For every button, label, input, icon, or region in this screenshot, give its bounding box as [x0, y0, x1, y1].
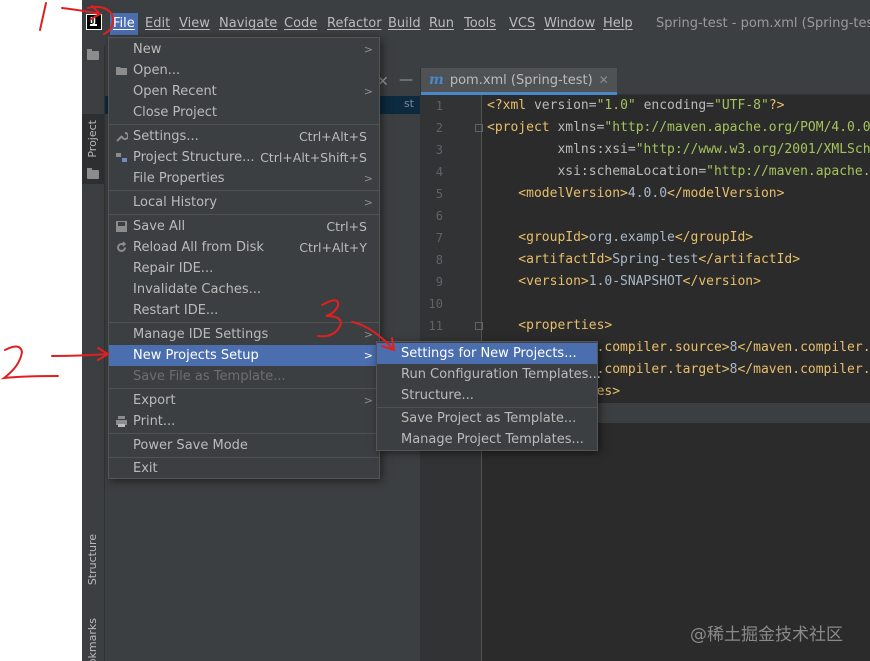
chevron-right-icon: > [363, 394, 373, 407]
code-line: <modelVersion>4.0.0</modelVersion> [487, 186, 785, 201]
line-number: 10 [428, 297, 443, 311]
chevron-right-icon: > [363, 172, 373, 185]
menu-navigate[interactable]: Navigate [216, 13, 280, 35]
save-icon [116, 221, 127, 232]
chevron-right-icon: > [363, 196, 373, 209]
submenu-item-settings-new-projects[interactable]: Settings for New Projects... [377, 343, 597, 364]
tab-pom-xml[interactable]: m pom.xml (Spring-test) ✕ [421, 68, 617, 95]
watermark: @稀土掘金技术社区 [690, 625, 843, 645]
maven-file-icon: m [429, 72, 444, 88]
line-number: 2 [435, 121, 443, 135]
fold-marker-icon[interactable] [475, 322, 483, 330]
chevron-right-icon: > [363, 85, 373, 98]
window-title: Spring-test - pom.xml (Spring-test) [656, 16, 870, 31]
annotation-digit-2 [0, 345, 59, 380]
code-line: xsi:schemaLocation="http://maven.apache.… [487, 164, 870, 179]
menu-item-save-all[interactable]: Save All Ctrl+S [109, 216, 379, 237]
code-line: <groupId>org.example</groupId> [487, 230, 754, 245]
menu-separator [109, 124, 379, 125]
submenu-item-save-project-template[interactable]: Save Project as Template... [377, 408, 597, 429]
menu-item-invalidate-caches[interactable]: Invalidate Caches... [109, 279, 379, 300]
file-menu-dropdown: New > Open... Open Recent > Close Project … [108, 37, 380, 479]
menu-view[interactable]: View [176, 13, 213, 35]
submenu-item-run-config-templates[interactable]: Run Configuration Templates... [377, 364, 601, 385]
submenu-item-manage-project-templates[interactable]: Manage Project Templates... [377, 429, 597, 450]
line-number: 8 [435, 253, 443, 267]
chevron-right-icon: > [363, 328, 373, 341]
minimize-icon[interactable]: — [399, 72, 413, 88]
menu-separator [109, 388, 379, 389]
menu-help[interactable]: Help [600, 13, 636, 35]
menu-item-open-recent[interactable]: Open Recent > [109, 81, 379, 102]
project-structure-icon [116, 153, 127, 162]
project-tool-label: Project [86, 120, 99, 158]
bookmarks-tool-label[interactable]: okmarks [86, 618, 99, 661]
project-tool-button[interactable]: Project [82, 114, 104, 184]
line-number: 7 [435, 231, 443, 245]
project-folder-icon [87, 168, 99, 179]
menu-item-settings[interactable]: Settings... Ctrl+Alt+S [109, 126, 379, 147]
menu-item-save-file-as-template: Save File as Template... [133, 369, 286, 384]
menu-separator [109, 433, 379, 434]
open-folder-icon [116, 67, 127, 75]
fold-marker-icon[interactable] [475, 124, 483, 132]
line-number: 11 [428, 319, 443, 333]
menu-tools[interactable]: Tools [461, 13, 499, 35]
menu-item-local-history[interactable]: Local History > [109, 192, 379, 213]
left-tool-stripe: Project Structure okmarks [82, 46, 105, 661]
menu-item-power-save-mode[interactable]: Power Save Mode [109, 435, 379, 456]
menu-item-open[interactable]: Open... [109, 60, 379, 81]
code-line: xmlns:xsi="http://www.w3.org/2001/XMLSch… [487, 142, 870, 157]
menu-separator [109, 214, 379, 215]
code-line: <properties> [487, 318, 613, 333]
annotation-digit-1 [39, 2, 47, 31]
menu-item-restart-ide[interactable]: Restart IDE... [109, 300, 379, 321]
submenu-item-structure[interactable]: Structure... [377, 385, 597, 406]
menu-item-repair-ide[interactable]: Repair IDE... [109, 258, 379, 279]
menu-refactor[interactable]: Refactor [324, 13, 385, 35]
line-number: 9 [435, 275, 443, 289]
project-tree-row-text: st [403, 97, 414, 110]
line-number: 1 [435, 99, 443, 113]
intellij-logo-icon[interactable]: IJ [86, 14, 102, 30]
menu-item-new[interactable]: New > [109, 39, 379, 60]
menu-vcs[interactable]: VCS [506, 13, 538, 35]
menu-file[interactable]: File [110, 13, 138, 35]
menu-item-manage-ide-settings[interactable]: Manage IDE Settings > [109, 324, 379, 345]
editor-tabs: m pom.xml (Spring-test) ✕ [421, 68, 870, 95]
menu-separator [109, 190, 379, 191]
line-number: 6 [435, 209, 443, 223]
menu-item-file-properties[interactable]: File Properties > [109, 168, 379, 189]
structure-tool-label[interactable]: Structure [86, 534, 99, 585]
wrench-icon [116, 132, 128, 142]
reload-icon [117, 241, 127, 252]
chevron-right-icon: > [363, 349, 373, 362]
menu-item-new-projects-setup[interactable]: New Projects Setup > [109, 345, 379, 366]
menu-code[interactable]: Code [281, 13, 320, 35]
menu-item-project-structure[interactable]: Project Structure... Ctrl+Alt+Shift+S [109, 147, 379, 168]
menu-build[interactable]: Build [385, 13, 424, 35]
menu-item-print[interactable]: Print... [109, 411, 379, 432]
menu-separator [109, 322, 379, 323]
menu-edit[interactable]: Edit [142, 13, 173, 35]
menu-item-export[interactable]: Export > [109, 390, 379, 411]
tab-close-icon[interactable]: ✕ [599, 73, 609, 87]
code-line: <artifactId>Spring-test</artifactId> [487, 252, 801, 267]
menu-item-exit[interactable]: Exit [109, 458, 379, 479]
menu-item-reload[interactable]: Reload All from Disk Ctrl+Alt+Y [109, 237, 379, 258]
tab-label: pom.xml (Spring-test) [449, 72, 593, 88]
line-number: 5 [435, 187, 443, 201]
line-number: 4 [435, 165, 443, 179]
code-line: <version>1.0-SNAPSHOT</version> [487, 274, 761, 289]
menu-window[interactable]: Window [541, 13, 598, 35]
new-projects-setup-submenu: Settings for New Projects... Run Configu… [376, 341, 601, 451]
menu-run[interactable]: Run [426, 13, 457, 35]
chevron-right-icon: > [363, 43, 373, 56]
menu-item-close-project[interactable]: Close Project [109, 102, 379, 123]
print-icon [116, 416, 127, 427]
folder-icon[interactable] [87, 49, 99, 60]
code-line: <?xml version="1.0" encoding="UTF-8"?> [487, 98, 785, 113]
code-line: <project xmlns="http://maven.apache.org/… [487, 120, 870, 135]
line-number: 3 [435, 143, 443, 157]
